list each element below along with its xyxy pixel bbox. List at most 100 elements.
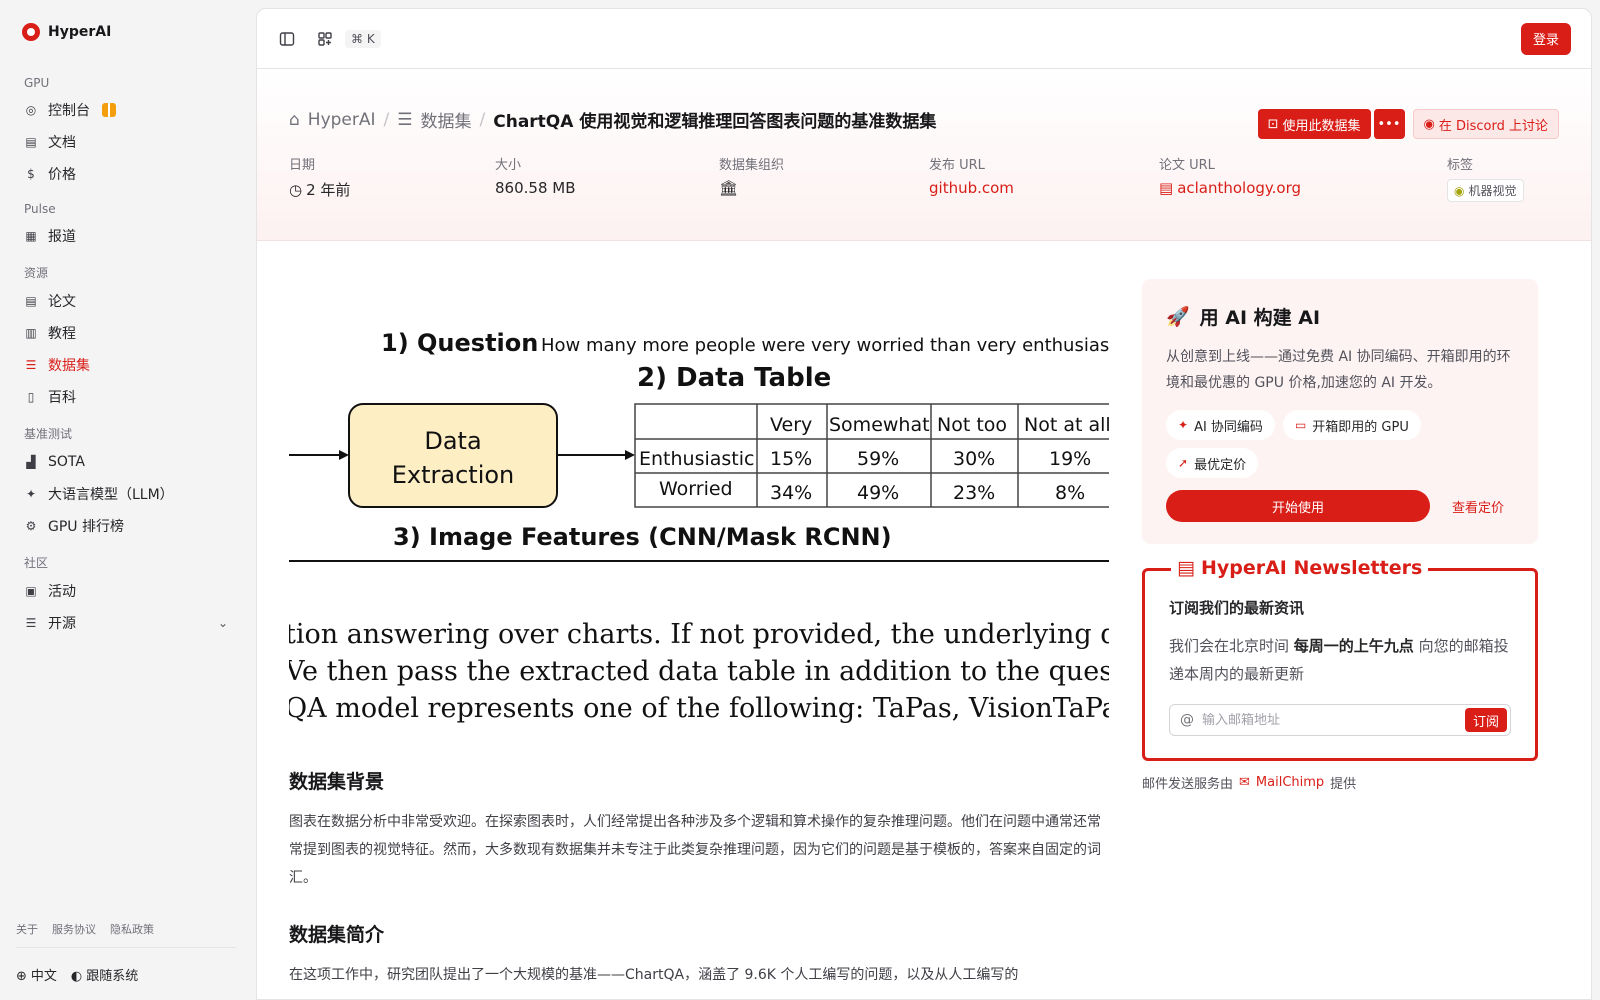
institution-icon[interactable]: 🏛 xyxy=(719,179,738,197)
get-started-button[interactable]: 开始使用 xyxy=(1166,490,1430,522)
use-dataset-label: 使用此数据集 xyxy=(1282,118,1361,134)
home-icon: ⌂ xyxy=(289,109,300,130)
sidebar-item-events[interactable]: ▣ 活动 xyxy=(16,575,236,607)
paper-line: QA model represents one of the following… xyxy=(289,693,1109,724)
chip-icon: ⚙ xyxy=(25,519,37,533)
at-icon: @ xyxy=(1180,712,1194,728)
promo-card: 🚀 用 AI 构建 AI 从创意到上线——通过免费 AI 协同编码、开箱即用的环境… xyxy=(1142,279,1538,544)
figure-illustration: 1) Question How many more people were ve… xyxy=(289,329,1109,724)
dataset-figure: 1) Question How many more people were ve… xyxy=(289,279,1109,739)
footer-link-about[interactable]: 关于 xyxy=(16,921,38,937)
sidebar-item-docs[interactable]: ▤ 文档 xyxy=(16,126,236,158)
gift-icon xyxy=(102,103,116,117)
figure-datatable-title: 2) Data Table xyxy=(637,363,831,393)
footer-link-terms[interactable]: 服务协议 xyxy=(52,921,96,937)
sparkle-icon: ✦ xyxy=(25,487,37,501)
email-input[interactable] xyxy=(1202,712,1465,728)
promo-features: ✦ AI 协同编码 ▭ 开箱即用的 GPU ➚ 最优定价 xyxy=(1166,410,1514,478)
more-options-button[interactable]: ••• xyxy=(1372,109,1405,139)
sidebar-item-llm[interactable]: ✦ 大语言模型（LLM） xyxy=(16,478,236,510)
figure-paper-text: tion answering over charts. If not provi… xyxy=(289,619,1109,724)
book-icon: ▥ xyxy=(25,326,37,340)
sidebar-item-label: 活动 xyxy=(48,584,76,600)
breadcrumb-datasets[interactable]: 数据集 xyxy=(421,107,472,132)
sidebar-item-tutorials[interactable]: ▥ 教程 xyxy=(16,317,236,349)
table-cell: 49% xyxy=(857,482,899,504)
sidebar-item-console[interactable]: ◎ 控制台 xyxy=(16,94,236,126)
use-dataset-button[interactable]: ⊡ 使用此数据集 xyxy=(1257,109,1371,139)
dataset-meta: 日期 ◷ 2 年前 大小 860.58 MB 数据集组织 🏛 发布 URL git… xyxy=(289,154,1559,202)
meta-org: 数据集组织 🏛 xyxy=(719,154,784,197)
sparkle-icon: ✦ xyxy=(1178,418,1189,432)
brand[interactable]: HyperAI xyxy=(16,0,236,64)
login-button[interactable]: 登录 xyxy=(1520,22,1571,55)
table-header: Somewhat xyxy=(829,414,930,436)
footer-link-privacy[interactable]: 隐私政策 xyxy=(110,921,154,937)
breadcrumb-home[interactable]: HyperAI xyxy=(308,110,376,130)
background-heading: 数据集背景 xyxy=(289,771,385,793)
feature-label: 最优定价 xyxy=(1194,457,1247,473)
command-menu-icon[interactable] xyxy=(315,29,335,49)
discord-icon: ◉ xyxy=(1423,116,1435,132)
sidebar-footer: 关于 服务协议 隐私政策 ⊕ 中文 ◐ 跟随系统 xyxy=(16,921,236,1000)
header-actions: ⊡ 使用此数据集 ••• ◉ 在 Discord 上讨论 xyxy=(1257,109,1559,139)
table-cell: 30% xyxy=(953,448,995,470)
feature-chip-copilot: ✦ AI 协同编码 xyxy=(1166,410,1275,440)
meta-tags-label: 标签 xyxy=(1447,158,1474,173)
theme-icon: ◐ xyxy=(70,968,83,984)
table-row-label: Enthusiastic xyxy=(639,448,754,470)
section-title-pulse: Pulse xyxy=(24,202,56,216)
feature-label: 开箱即用的 GPU xyxy=(1312,419,1409,435)
table-row-label: Worried xyxy=(659,478,733,500)
sidebar-item-sota[interactable]: ▟ SOTA xyxy=(16,446,236,478)
sidebar-item-label: 百科 xyxy=(48,390,76,406)
section-title-benchmarks: 基准测试 xyxy=(24,427,73,441)
discord-label: 在 Discord 上讨论 xyxy=(1438,118,1548,134)
sidebar-item-datasets[interactable]: ☰ 数据集 xyxy=(16,349,236,381)
subscribe-button[interactable]: 订阅 xyxy=(1464,708,1507,732)
newsletter-text: 我们会在北京时间 每周一的上午九点 向您的邮箱投递本周内的最新更新 xyxy=(1169,632,1511,688)
feature-chip-pricing: ➚ 最优定价 xyxy=(1166,448,1259,478)
bar-chart-icon: ▟ xyxy=(26,455,36,469)
meta-date-label: 日期 xyxy=(289,158,316,173)
meta-date: 日期 ◷ 2 年前 xyxy=(289,154,350,200)
sidebar-item-pricing[interactable]: $ 价格 xyxy=(16,158,236,190)
sidebar-item-papers[interactable]: ▤ 论文 xyxy=(16,285,236,317)
sidebar-toggle-icon[interactable] xyxy=(277,29,297,49)
sidebar-item-gpu-leaderboard[interactable]: ⚙ GPU 排行榜 xyxy=(16,510,236,542)
language-switch[interactable]: ⊕ 中文 xyxy=(16,965,57,984)
release-url-link[interactable]: github.com xyxy=(929,179,1014,197)
tag-label: 机器视觉 xyxy=(1468,184,1517,198)
arrow-head-out xyxy=(625,450,635,460)
database-icon: ☰ xyxy=(397,109,413,130)
globe-icon: ⊕ xyxy=(16,968,27,984)
figure-question-text: How many more people were very worried t… xyxy=(541,335,1109,356)
theme-switch[interactable]: ◐ 跟随系统 xyxy=(71,965,138,984)
table-cell: 34% xyxy=(770,482,812,504)
extraction-line2: Extraction xyxy=(392,461,515,489)
theme-label: 跟随系统 xyxy=(86,968,139,984)
page-title: ChartQA 使用视觉和逻辑推理回答图表问题的基准数据集 xyxy=(493,112,937,132)
dataset-content: 1) Question How many more people were ve… xyxy=(289,279,1109,989)
terminal-icon: ⊡ xyxy=(1267,116,1279,132)
mailchimp-link[interactable]: MailChimp xyxy=(1256,775,1324,790)
sidebar-item-open-source[interactable]: ☰ 开源 ⌄ xyxy=(16,607,236,639)
tag-badge[interactable]: ◉ 机器视觉 xyxy=(1447,179,1524,202)
view-pricing-link[interactable]: 查看定价 xyxy=(1452,497,1504,516)
sidebar-item-label: 报道 xyxy=(48,229,76,245)
newsletter-card: ▤ HyperAI Newsletters 订阅我们的最新资讯 我们会在北京时间 … xyxy=(1142,557,1538,761)
dashboard-icon: ◎ xyxy=(25,103,37,117)
meta-size-label: 大小 xyxy=(495,158,522,173)
background-text: 图表在数据分析中非常受欢迎。在探索图表时，人们经常提出各种涉及多个逻辑和算术操作… xyxy=(289,814,1101,886)
newspaper-icon: ▤ xyxy=(1177,557,1195,579)
paper-url-row[interactable]: ▤ aclanthology.org xyxy=(1159,179,1301,197)
sidebar-item-wiki[interactable]: ▯ 百科 xyxy=(16,381,236,413)
clock-icon: ◷ xyxy=(289,180,303,199)
table-cell: 8% xyxy=(1055,482,1085,504)
data-table-text: Very Somewhat Not too Not at all Enthusi… xyxy=(639,414,1109,504)
table-header: Not at all xyxy=(1024,414,1109,436)
newsletter-title-row: ▤ HyperAI Newsletters xyxy=(1171,557,1429,579)
sidebar-item-news[interactable]: ▦ 报道 xyxy=(16,220,236,252)
discord-button[interactable]: ◉ 在 Discord 上讨论 xyxy=(1412,109,1559,139)
feature-label: AI 协同编码 xyxy=(1194,419,1263,435)
